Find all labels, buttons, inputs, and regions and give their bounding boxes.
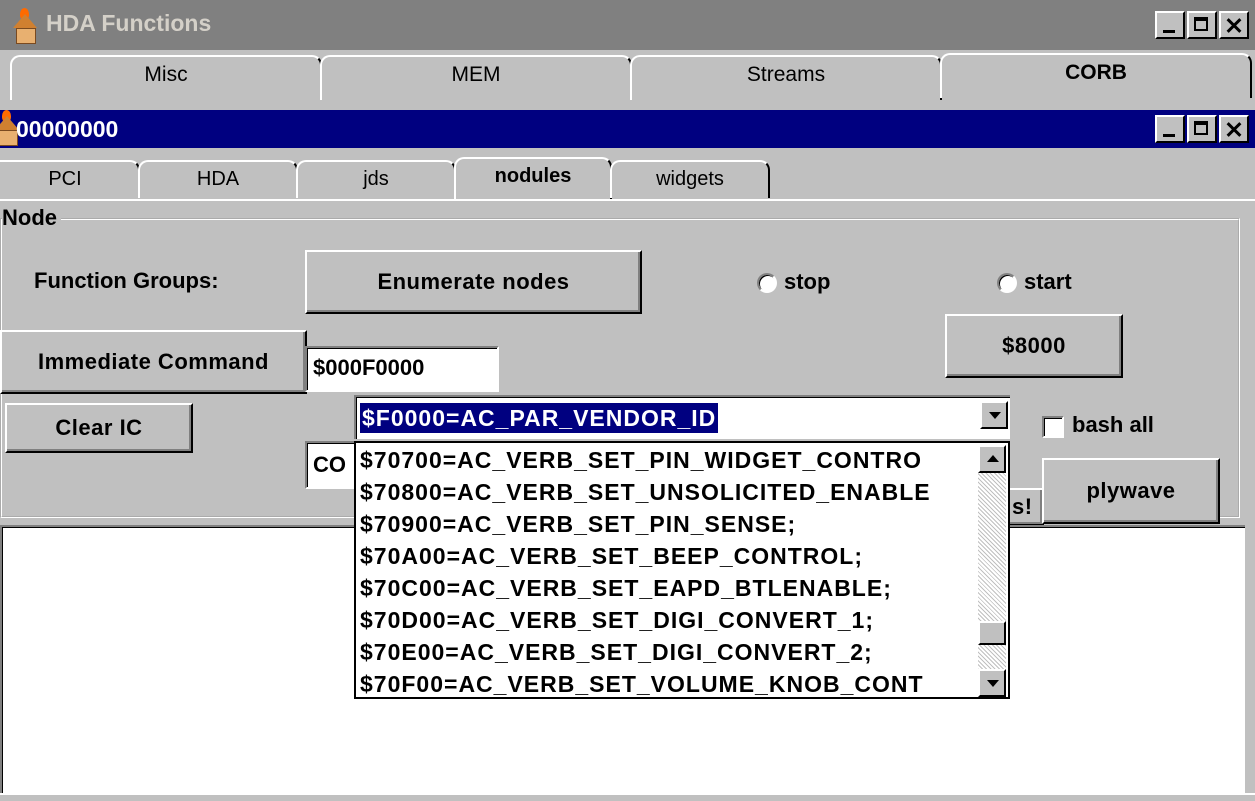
bash-all-label: bash all <box>1072 412 1154 437</box>
button-label: Enumerate nodes <box>377 269 570 294</box>
tab-widgets[interactable]: widgets <box>610 160 770 198</box>
outer-window-title: HDA Functions <box>46 10 212 36</box>
tab-label: HDA <box>196 168 240 190</box>
stop-radio-label: stop <box>784 269 831 294</box>
inner-window-title: 00000000 <box>16 116 119 142</box>
minimize-icon[interactable] <box>1155 115 1185 143</box>
scroll-up-icon[interactable] <box>978 445 1006 473</box>
plywave-button[interactable]: plywave <box>1042 458 1220 524</box>
button-label: s! <box>1012 494 1033 519</box>
tab-label: PCI <box>48 168 82 190</box>
tab-mem[interactable]: MEM <box>320 55 632 100</box>
button-label: Immediate Command <box>38 349 269 374</box>
tab-label: widgets <box>656 168 724 190</box>
outer-title-bar[interactable]: HDA Functions <box>0 0 1255 50</box>
immediate-command-input[interactable]: $000F0000 <box>305 346 499 392</box>
bash-all-checkbox[interactable] <box>1042 416 1064 438</box>
button-label: $8000 <box>1002 333 1066 358</box>
start-radio-label: start <box>1024 269 1072 294</box>
maximize-icon[interactable] <box>1187 115 1217 143</box>
start-radio[interactable] <box>997 273 1017 293</box>
node-group-label: Node <box>2 205 61 231</box>
function-groups-label: Function Groups: <box>34 268 219 293</box>
dropdown-scrollbar[interactable] <box>978 445 1006 697</box>
tab-corb[interactable]: CORB <box>940 53 1252 98</box>
tab-pci[interactable]: PCI <box>0 160 140 198</box>
list-item[interactable]: $70900=AC_VERB_SET_PIN_SENSE; <box>360 508 796 540</box>
clear-ic-button[interactable]: Clear IC <box>5 403 193 453</box>
tab-label: CORB <box>1065 61 1127 84</box>
app-icon <box>10 8 38 44</box>
close-icon[interactable] <box>1219 115 1249 143</box>
combobox-selected-value: $F0000=AC_PAR_VENDOR_ID <box>360 403 719 433</box>
tab-streams[interactable]: Streams <box>630 55 942 100</box>
scroll-down-icon[interactable] <box>978 669 1006 697</box>
tab-misc[interactable]: Misc <box>10 55 322 100</box>
tab-label: Misc <box>144 63 188 86</box>
close-icon[interactable] <box>1219 11 1249 39</box>
button-label: plywave <box>1086 478 1176 503</box>
list-item[interactable]: $70700=AC_VERB_SET_PIN_WIDGET_CONTRO <box>360 444 922 476</box>
tab-label: nodules <box>494 165 572 187</box>
maximize-icon[interactable] <box>1187 11 1217 39</box>
chevron-down-icon[interactable] <box>980 401 1008 429</box>
list-item[interactable]: $70800=AC_VERB_SET_UNSOLICITED_ENABLE <box>360 476 931 508</box>
inner-title-bar[interactable]: 00000000 <box>0 110 1255 148</box>
tab-hda[interactable]: HDA <box>138 160 298 198</box>
list-item[interactable]: $70C00=AC_VERB_SET_EAPD_BTLENABLE; <box>360 572 892 604</box>
verb-combobox[interactable]: $F0000=AC_PAR_VENDOR_ID <box>354 395 1010 439</box>
tab-jds[interactable]: jds <box>296 160 456 198</box>
tab-label: Streams <box>746 63 826 86</box>
tab-nodules[interactable]: nodules <box>454 157 612 201</box>
immediate-command-button[interactable]: Immediate Command <box>0 330 307 394</box>
enumerate-nodes-button[interactable]: Enumerate nodes <box>305 250 642 314</box>
list-item[interactable]: $70F00=AC_VERB_SET_VOLUME_KNOB_CONT <box>360 668 924 697</box>
list-item[interactable]: $70A00=AC_VERB_SET_BEEP_CONTROL; <box>360 540 863 572</box>
list-item[interactable]: $70D00=AC_VERB_SET_DIGI_CONVERT_1; <box>360 604 874 636</box>
tab-label: jds <box>363 168 389 190</box>
inner-window-controls <box>1155 115 1249 143</box>
button-label: Clear IC <box>55 415 143 440</box>
hex-8000-button[interactable]: $8000 <box>945 314 1123 378</box>
tab-label: MEM <box>451 63 501 86</box>
scroll-thumb[interactable] <box>978 621 1006 645</box>
window-bottom-edge <box>0 793 1255 801</box>
outer-window-controls <box>1155 11 1249 39</box>
verb-dropdown-list[interactable]: $70700=AC_VERB_SET_PIN_WIDGET_CONTRO $70… <box>354 441 1010 699</box>
minimize-icon[interactable] <box>1155 11 1185 39</box>
list-item[interactable]: $70E00=AC_VERB_SET_DIGI_CONVERT_2; <box>360 636 873 668</box>
stop-radio[interactable] <box>757 273 777 293</box>
